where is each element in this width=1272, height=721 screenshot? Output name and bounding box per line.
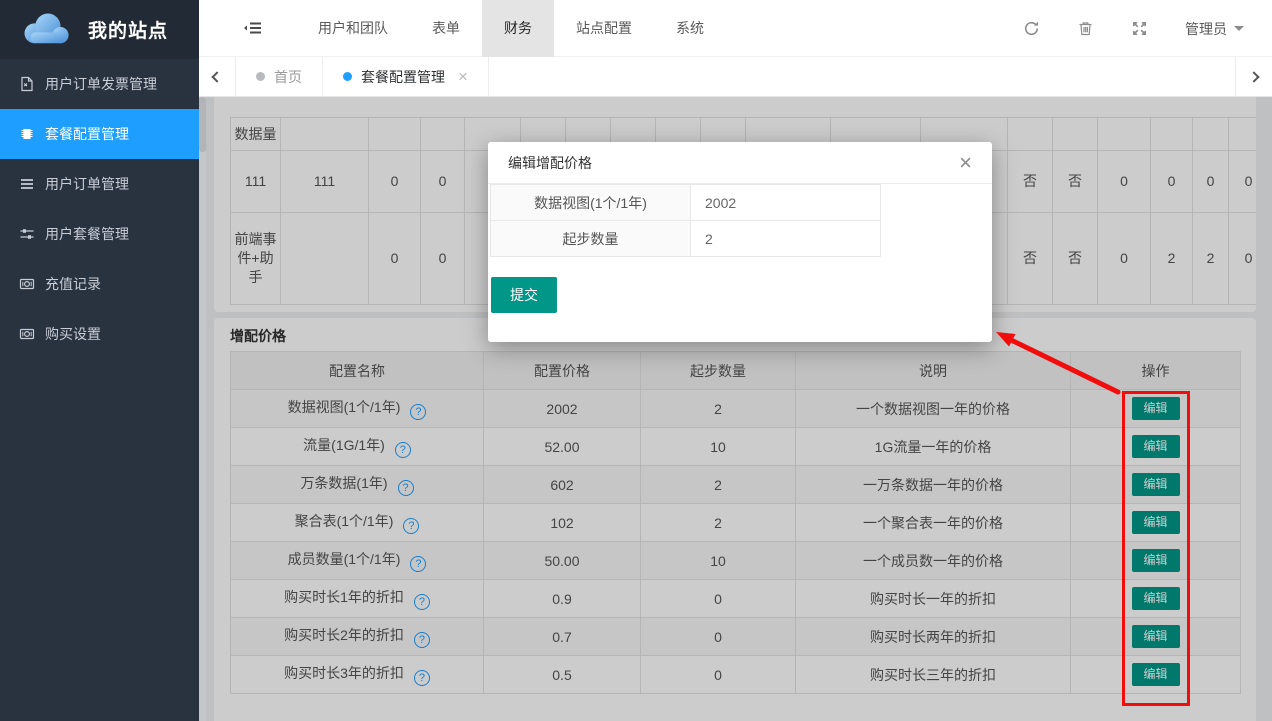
price-field[interactable]: 2002 (691, 185, 881, 221)
sidebar: 我的站点 用户订单发票管理 套餐配置管理 (0, 0, 199, 721)
refresh-icon[interactable] (1023, 20, 1040, 37)
field-label: 数据视图(1个/1年) (491, 185, 691, 221)
sidebar-item-user-packages[interactable]: 用户套餐管理 (0, 209, 199, 259)
recharge-money-icon (18, 276, 35, 292)
tab-dot-icon (256, 72, 265, 81)
tabs-scroll-right[interactable] (1235, 57, 1272, 96)
sidebar-item-label: 套餐配置管理 (45, 124, 129, 144)
app: 我的站点 用户订单发票管理 套餐配置管理 (0, 0, 1272, 721)
purchase-money-icon (18, 326, 35, 342)
modal-header: 编辑增配价格 × (488, 142, 992, 184)
site-title: 我的站点 (88, 16, 168, 43)
collapse-menu-icon[interactable] (243, 20, 262, 41)
trash-icon[interactable] (1077, 20, 1094, 37)
sidebar-item-recharge-records[interactable]: 充值记录 (0, 259, 199, 309)
close-icon[interactable]: × (458, 68, 468, 85)
modal-title: 编辑增配价格 (508, 153, 592, 173)
nav-tab-site-config[interactable]: 站点配置 (554, 0, 654, 57)
sidebar-item-user-orders[interactable]: 用户订单管理 (0, 159, 199, 209)
field-label: 起步数量 (491, 221, 691, 257)
sidebar-item-label: 用户订单发票管理 (45, 74, 157, 94)
sidebar-item-purchase-settings[interactable]: 购买设置 (0, 309, 199, 359)
sidebar-item-invoice-manage[interactable]: 用户订单发票管理 (0, 59, 199, 109)
order-list-icon (18, 176, 35, 192)
sidebar-item-label: 充值记录 (45, 274, 101, 294)
sidebar-item-package-config[interactable]: 套餐配置管理 (0, 109, 199, 159)
nav-tab-system[interactable]: 系统 (654, 0, 726, 57)
user-menu[interactable]: 管理员 (1185, 19, 1244, 39)
sidebar-item-label: 用户套餐管理 (45, 224, 129, 244)
tab-label: 首页 (274, 67, 302, 87)
main-nav-tabs: 用户和团队 表单 财务 站点配置 系统 (296, 0, 726, 57)
site-logo[interactable]: 我的站点 (0, 0, 199, 59)
chevron-left-icon (211, 71, 222, 82)
nav-tab-forms[interactable]: 表单 (410, 0, 482, 57)
page-tabbar: 首页 套餐配置管理 × (199, 57, 1272, 97)
sidebar-item-label: 购买设置 (45, 324, 101, 344)
invoice-icon (18, 76, 35, 92)
top-navbar: 用户和团队 表单 财务 站点配置 系统 (199, 0, 1272, 57)
caret-down-icon (1234, 26, 1244, 36)
tab-home[interactable]: 首页 (236, 57, 323, 96)
sliders-icon (18, 226, 35, 242)
nav-tab-finance[interactable]: 财务 (482, 0, 554, 57)
close-icon[interactable]: × (959, 152, 972, 174)
user-name: 管理员 (1185, 19, 1227, 39)
submit-button[interactable]: 提交 (491, 277, 557, 313)
fullscreen-icon[interactable] (1131, 20, 1148, 37)
modal-form: 数据视图(1个/1年) 2002 起步数量 2 (490, 184, 881, 257)
form-row: 起步数量 2 (491, 221, 881, 257)
chevron-right-icon (1248, 71, 1259, 82)
start-quantity-field[interactable]: 2 (691, 221, 881, 257)
tab-package-config[interactable]: 套餐配置管理 × (323, 57, 489, 96)
sidebar-item-label: 用户订单管理 (45, 174, 129, 194)
tabs-scroll-left[interactable] (199, 57, 236, 96)
sidebar-menu: 用户订单发票管理 套餐配置管理 用户订单管理 (0, 59, 199, 359)
cloud-logo-icon (18, 9, 76, 50)
tab-label: 套餐配置管理 (361, 67, 445, 87)
form-row: 数据视图(1个/1年) 2002 (491, 185, 881, 221)
nav-tab-users-teams[interactable]: 用户和团队 (296, 0, 410, 57)
package-chip-icon (18, 126, 35, 142)
tab-dot-icon (343, 72, 352, 81)
edit-addon-price-modal: 编辑增配价格 × 数据视图(1个/1年) 2002 起步数量 2 提交 (488, 142, 992, 342)
navbar-actions: 管理员 (1023, 0, 1272, 57)
